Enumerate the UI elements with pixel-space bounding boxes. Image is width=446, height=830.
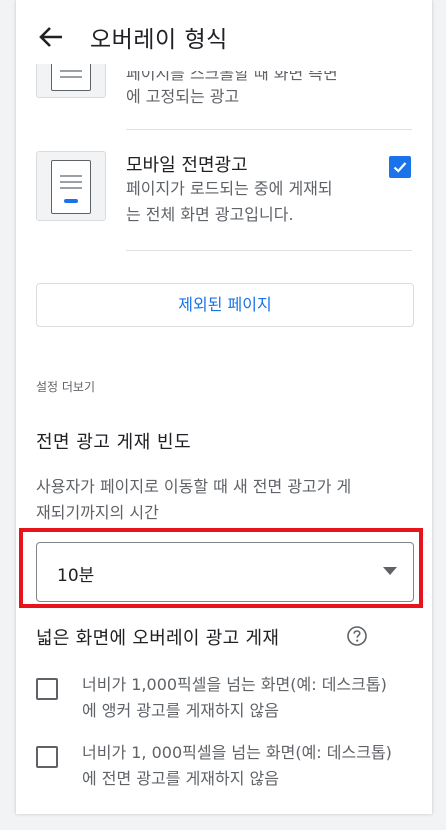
anchor-ad-description-line1: 페이지를 스크롤할 때 화면 측면 [126, 64, 338, 83]
excluded-pages-button[interactable]: 제외된 페이지 [36, 283, 414, 327]
interstitial-ad-thumbnail [36, 151, 106, 221]
disable-interstitial-wide-label-line1: 너비가 1, 000픽셀을 넘는 화면(예: 데스크톱) [82, 743, 392, 762]
interstitial-description-line1: 페이지가 로드되는 중에 게재되 [126, 179, 333, 198]
divider [126, 250, 412, 251]
disable-anchor-wide-label: 너비가 1,000픽셀을 넘는 화면(예: 데스크톱) 에 앵커 광고를 게재하… [82, 672, 427, 724]
anchor-ad-description-line2: 에 고정되는 광고 [126, 87, 240, 106]
frequency-description: 사용자가 페이지로 이동할 때 새 전면 광고가 게 재되기까지의 시간 [36, 474, 421, 526]
checkmark-icon [393, 162, 407, 173]
disable-interstitial-wide-checkbox[interactable] [36, 746, 58, 768]
disable-anchor-wide-checkbox[interactable] [36, 678, 58, 700]
disable-interstitial-wide-label: 너비가 1, 000픽셀을 넘는 화면(예: 데스크톱) 에 전면 광고를 게재… [82, 740, 427, 792]
frequency-description-line1: 사용자가 페이지로 이동할 때 새 전면 광고가 게 [36, 477, 352, 496]
disable-interstitial-wide-label-line2: 에 전면 광고를 게재하지 않음 [82, 769, 279, 788]
help-icon[interactable] [346, 625, 368, 647]
frequency-selected-value: 10분 [57, 566, 95, 586]
interstitial-description-line2: 는 전체 화면 광고입니다. [126, 205, 294, 224]
app-header: 오버레이 형식 [16, 0, 432, 64]
overlay-settings-panel: 페이지를 스크롤할 때 화면 측면 에 고정되는 광고 모바일 전면광고 페이지… [16, 0, 432, 814]
interstitial-title: 모바일 전면광고 [126, 155, 248, 176]
more-settings-label: 설정 더보기 [36, 380, 96, 394]
wide-screen-title: 넓은 화면에 오버레이 광고 게재 [36, 628, 280, 649]
dropdown-arrow-icon [383, 567, 397, 575]
divider [126, 129, 412, 130]
disable-anchor-wide-label-line2: 에 앵커 광고를 게재하지 않음 [82, 701, 279, 720]
back-arrow-icon[interactable] [36, 22, 66, 52]
frequency-select[interactable]: 10분 [36, 542, 414, 602]
disable-anchor-wide-label-line1: 너비가 1,000픽셀을 넘는 화면(예: 데스크톱) [82, 675, 387, 694]
frequency-title: 전면 광고 게재 빈도 [36, 432, 192, 453]
frequency-description-line2: 재되기까지의 시간 [36, 503, 159, 522]
page-title: 오버레이 형식 [90, 27, 228, 53]
interstitial-checkbox[interactable] [389, 156, 411, 178]
